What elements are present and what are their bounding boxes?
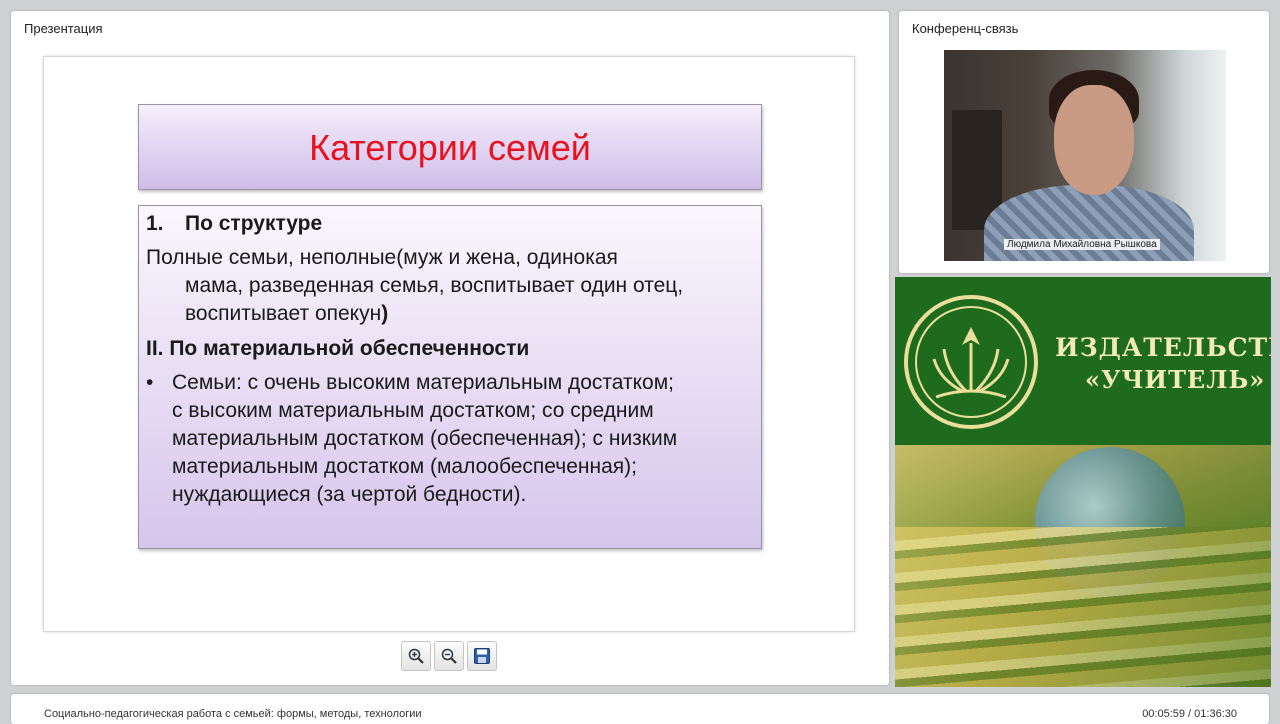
bullet-marker: • — [146, 371, 154, 394]
participant-name: Людмила Михайловна Рышкова — [1004, 239, 1160, 250]
section1-heading: По структуре — [185, 212, 323, 235]
section2-line: материальным достатком (обеспеченная); с… — [172, 427, 678, 450]
section1-line: воспитывает опекун) — [185, 302, 389, 325]
zoom-out-icon — [441, 648, 457, 664]
slide-body: 1. По структуре Полные семьи, неполные(м… — [138, 205, 762, 549]
playback-time: 00:05:59 / 01:36:30 — [1142, 708, 1237, 720]
publisher-name-line1: ИЗДАТЕЛЬСТВО — [1055, 333, 1271, 362]
publisher-logo-icon — [904, 295, 1038, 429]
publisher-banner: ИЗДАТЕЛЬСТВО «УЧИТЕЛЬ» — [895, 277, 1271, 687]
save-button[interactable] — [467, 641, 497, 671]
zoom-in-icon — [408, 648, 424, 664]
slide-title: Категории семей — [309, 127, 591, 168]
course-title: Социально-педагогическая работа с семьей… — [44, 708, 422, 720]
section1-line: мама, разведенная семья, воспитывает оди… — [185, 274, 684, 297]
webcam-video: Людмила Михайловна Рышкова — [944, 50, 1226, 261]
speaker-face — [1054, 85, 1134, 195]
section2-heading: II. По материальной обеспеченности — [146, 337, 530, 360]
slide-title-box: Категории семей — [138, 104, 762, 190]
section2-line: Семьи: с очень высоким материальным дост… — [172, 371, 675, 394]
section2-line: материальным достатком (малообеспеченная… — [172, 455, 637, 478]
presentation-panel: Презентация Категории семей 1. По структ… — [11, 11, 889, 685]
slide: Категории семей 1. По структуре Полные с… — [43, 56, 855, 632]
zoom-out-button[interactable] — [434, 641, 464, 671]
presentation-panel-title: Презентация — [24, 21, 103, 36]
conference-panel: Конференц-связь Людмила Михайловна Рышко… — [899, 11, 1269, 273]
save-icon — [474, 648, 490, 664]
section1-number: 1. — [146, 212, 164, 235]
publisher-name-line2: «УЧИТЕЛЬ» — [1085, 365, 1266, 394]
banner-shade — [895, 445, 1271, 687]
zoom-in-button[interactable] — [401, 641, 431, 671]
publisher-header: ИЗДАТЕЛЬСТВО «УЧИТЕЛЬ» — [895, 277, 1271, 445]
section1-line: Полные семьи, неполные(муж и жена, одино… — [146, 246, 618, 269]
conference-panel-title: Конференц-связь — [912, 21, 1019, 36]
section2-line: нуждающиеся (за чертой бедности). — [172, 483, 527, 506]
section2-line: с высоким материальным достатком; со сре… — [172, 399, 654, 422]
